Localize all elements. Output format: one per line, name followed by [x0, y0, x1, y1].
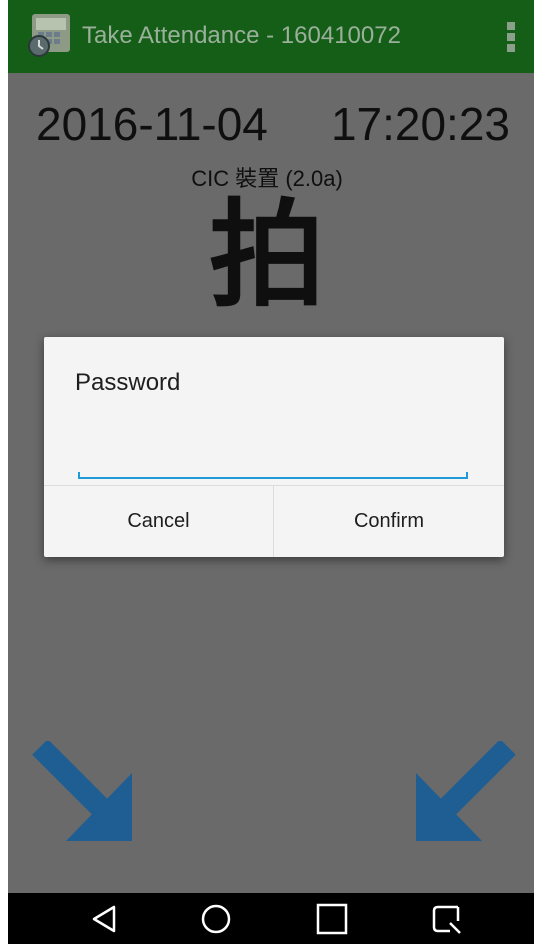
screenshot-icon[interactable] — [428, 901, 468, 937]
action-bar: Take Attendance - 160410072 — [8, 0, 534, 73]
app-title: Take Attendance - 160410072 — [82, 22, 401, 49]
arrow-down-right-icon — [32, 741, 132, 841]
password-field-underline — [78, 472, 468, 479]
back-icon[interactable] — [84, 901, 124, 937]
cancel-button[interactable]: Cancel — [44, 486, 273, 557]
recents-icon[interactable] — [312, 901, 352, 937]
home-icon[interactable] — [196, 901, 236, 937]
confirm-button[interactable]: Confirm — [274, 486, 504, 557]
tap-character: 拍 — [209, 187, 325, 323]
password-field[interactable] — [78, 437, 470, 477]
navigation-bar — [8, 893, 534, 944]
attendance-app-icon[interactable] — [26, 12, 74, 58]
time-text: 17:20:23 — [330, 98, 510, 150]
arrow-down-left-icon — [416, 741, 516, 841]
password-dialog: Password Cancel Confirm — [44, 337, 504, 557]
date-text: 2016-11-04 — [36, 98, 268, 150]
dialog-title: Password — [75, 369, 181, 396]
screen: Take Attendance - 160410072 2016-11-04 1… — [8, 0, 534, 944]
more-vert-icon[interactable] — [504, 22, 518, 54]
